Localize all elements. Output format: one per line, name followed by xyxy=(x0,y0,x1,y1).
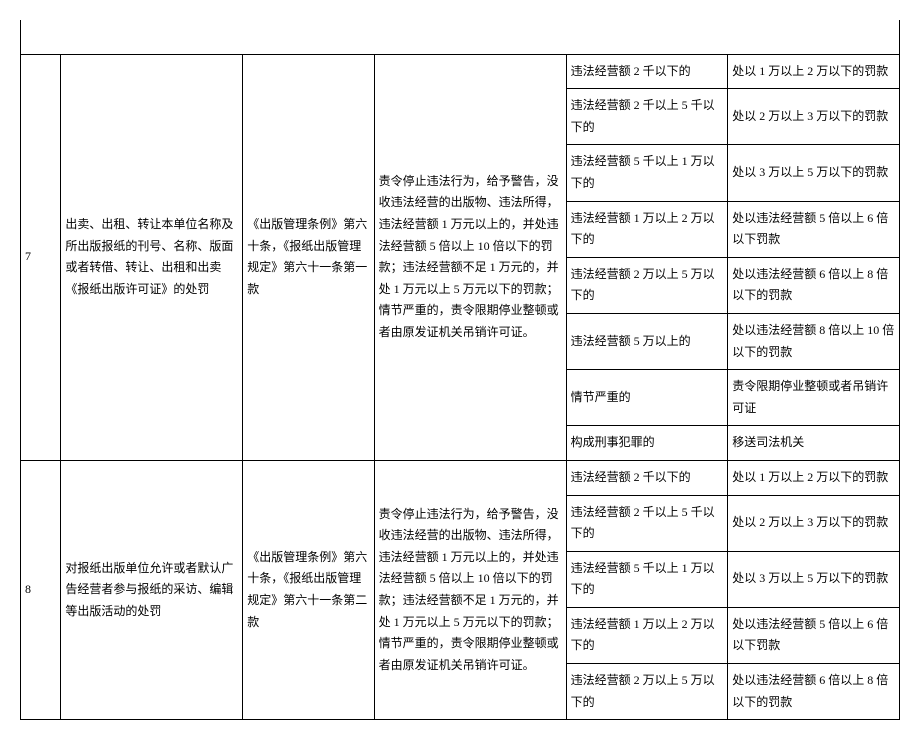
blank-cell xyxy=(243,20,374,54)
penalty-desc: 责令停止违法行为，给予警告，没收违法经营的出版物、违法所得，违法经营额 1 万元… xyxy=(374,460,566,719)
result-cell: 处以 1 万以上 2 万以下的罚款 xyxy=(728,460,900,495)
condition-cell: 违法经营额 2 千以下的 xyxy=(566,460,728,495)
condition-cell: 违法经营额 5 万以上的 xyxy=(566,313,728,369)
result-cell: 处以 3 万以上 5 万以下的罚款 xyxy=(728,551,900,607)
result-cell: 处以违法经营额 6 倍以上 8 倍以下的罚款 xyxy=(728,257,900,313)
result-cell: 处以违法经营额 5 倍以上 6 倍以下罚款 xyxy=(728,201,900,257)
table-row: 8 对报纸出版单位允许或者默认广告经营者参与报纸的采访、编辑等出版活动的处罚 《… xyxy=(21,460,900,495)
table-row: 7 出卖、出租、转让本单位名称及所出版报纸的刊号、名称、版面或者转借、转让、出租… xyxy=(21,54,900,89)
result-cell: 处以违法经营额 8 倍以上 10 倍以下的罚款 xyxy=(728,313,900,369)
result-cell: 处以违法经营额 5 倍以上 6 倍以下罚款 xyxy=(728,607,900,663)
violation-desc: 出卖、出租、转让本单位名称及所出版报纸的刊号、名称、版面或者转借、转让、出租和出… xyxy=(61,54,243,460)
condition-cell: 违法经营额 2 万以上 5 万以下的 xyxy=(566,257,728,313)
condition-cell: 违法经营额 5 千以上 1 万以下的 xyxy=(566,551,728,607)
result-cell: 移送司法机关 xyxy=(728,426,900,461)
row-number: 8 xyxy=(21,460,61,719)
result-cell: 责令限期停业整顿或者吊销许可证 xyxy=(728,370,900,426)
condition-cell: 违法经营额 2 千以下的 xyxy=(566,54,728,89)
condition-cell: 违法经营额 5 千以上 1 万以下的 xyxy=(566,145,728,201)
legal-basis: 《出版管理条例》第六十条，《报纸出版管理规定》第六十一条第二款 xyxy=(243,460,374,719)
table-row xyxy=(21,20,900,54)
penalty-desc: 责令停止违法行为，给予警告，没收违法经营的出版物、违法所得，违法经营额 1 万元… xyxy=(374,54,566,460)
condition-cell: 构成刑事犯罪的 xyxy=(566,426,728,461)
violation-desc: 对报纸出版单位允许或者默认广告经营者参与报纸的采访、编辑等出版活动的处罚 xyxy=(61,460,243,719)
result-cell: 处以 2 万以上 3 万以下的罚款 xyxy=(728,495,900,551)
regulation-table: 7 出卖、出租、转让本单位名称及所出版报纸的刊号、名称、版面或者转借、转让、出租… xyxy=(20,20,900,720)
row-number: 7 xyxy=(21,54,61,460)
result-cell: 处以违法经营额 6 倍以上 8 倍以下的罚款 xyxy=(728,664,900,720)
result-cell: 处以 3 万以上 5 万以下的罚款 xyxy=(728,145,900,201)
blank-cell xyxy=(728,20,900,54)
result-cell: 处以 2 万以上 3 万以下的罚款 xyxy=(728,89,900,145)
blank-cell xyxy=(566,20,728,54)
condition-cell: 违法经营额 2 千以上 5 千以下的 xyxy=(566,89,728,145)
blank-cell xyxy=(374,20,566,54)
condition-cell: 违法经营额 1 万以上 2 万以下的 xyxy=(566,607,728,663)
blank-cell xyxy=(61,20,243,54)
legal-basis: 《出版管理条例》第六十条，《报纸出版管理规定》第六十一条第一款 xyxy=(243,54,374,460)
condition-cell: 违法经营额 1 万以上 2 万以下的 xyxy=(566,201,728,257)
blank-cell xyxy=(21,20,61,54)
condition-cell: 情节严重的 xyxy=(566,370,728,426)
result-cell: 处以 1 万以上 2 万以下的罚款 xyxy=(728,54,900,89)
condition-cell: 违法经营额 2 万以上 5 万以下的 xyxy=(566,664,728,720)
condition-cell: 违法经营额 2 千以上 5 千以下的 xyxy=(566,495,728,551)
